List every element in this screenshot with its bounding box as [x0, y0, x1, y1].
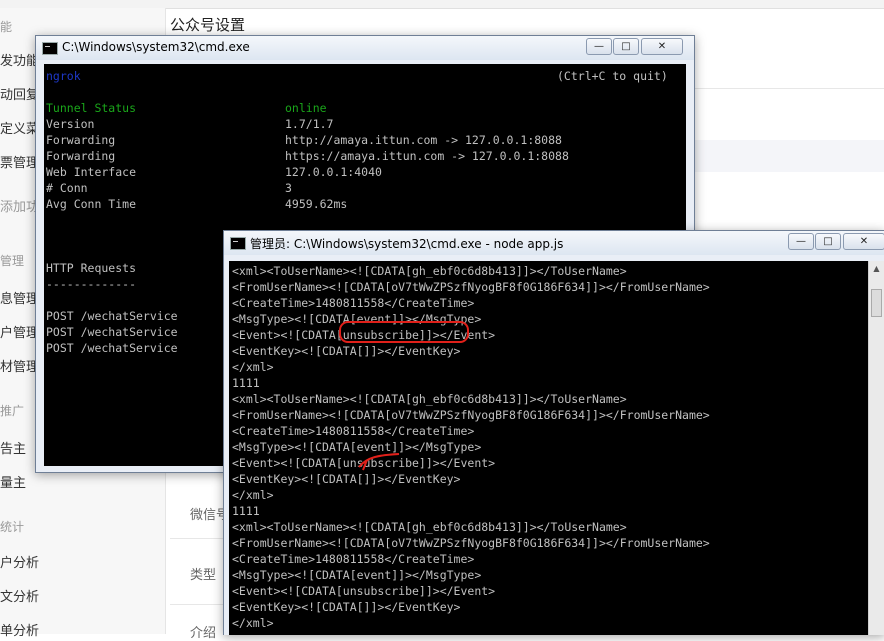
- title-bar[interactable]: C:\Windows\system32\cmd.exe — □ ✕: [36, 36, 694, 60]
- forwarding-value: https://amaya.ittun.com -> 127.0.0.1:808…: [285, 149, 569, 163]
- console-line: <FromUserName><![CDATA[oV7tWwZPSzfNyogBF…: [232, 408, 710, 422]
- web-interface-label: Web Interface: [46, 165, 137, 179]
- console-line: </xml>: [232, 616, 274, 630]
- sidebar-group-promo: 推广: [0, 404, 25, 418]
- version-value: 1.7/1.7: [285, 117, 334, 131]
- version-label: Version: [46, 117, 95, 131]
- scroll-up-arrow-icon[interactable]: ▲: [871, 263, 882, 274]
- console-line: <FromUserName><![CDATA[oV7tWwZPSzfNyogBF…: [232, 536, 710, 550]
- forwarding-label: Forwarding: [46, 133, 116, 147]
- close-button[interactable]: ✕: [641, 38, 683, 55]
- avg-conn-value: 4959.62ms: [285, 197, 348, 211]
- field-label-type: 类型: [190, 568, 217, 583]
- field-label-intro: 介绍: [190, 626, 217, 641]
- annotation-circle: [339, 321, 469, 343]
- sidebar-item-article-analysis[interactable]: 文分析: [0, 586, 39, 605]
- web-interface-value: 127.0.0.1:4040: [285, 165, 382, 179]
- console-line: <xml><ToUserName><![CDATA[gh_ebf0c6d8b41…: [232, 520, 627, 534]
- tunnel-status-value: online: [285, 101, 327, 115]
- console-line: <CreateTime>1480811558</CreateTime>: [232, 424, 475, 438]
- http-requests-rule: -------------: [46, 277, 137, 291]
- title-bar[interactable]: 管理员: C:\Windows\system32\cmd.exe - node …: [224, 231, 884, 255]
- ngrok-header: ngrok: [46, 69, 81, 83]
- sidebar-item-autoreply[interactable]: 动回复: [0, 84, 39, 103]
- sidebar-group-stats: 统计: [0, 520, 25, 534]
- conn-value: 3: [285, 181, 292, 195]
- sidebar-item-messages[interactable]: 息管理: [0, 288, 39, 307]
- sidebar-group-manage: 管理: [0, 254, 25, 268]
- minimize-button[interactable]: —: [788, 233, 814, 250]
- cmd-icon: [230, 237, 246, 250]
- window-title: 管理员: C:\Windows\system32\cmd.exe - node …: [250, 237, 564, 251]
- console-line: <MsgType><![CDATA[event]]></MsgType>: [232, 568, 482, 582]
- request-entry: POST /wechatService: [46, 341, 178, 355]
- scrollbar-thumb[interactable]: [871, 289, 882, 317]
- sidebar-item-user-analysis[interactable]: 户分析: [0, 552, 39, 571]
- sidebar-item-menu-analysis[interactable]: 单分析: [0, 620, 39, 639]
- node-console[interactable]: <xml><ToUserName><![CDATA[gh_ebf0c6d8b41…: [229, 261, 869, 635]
- cmd-icon: [42, 42, 58, 55]
- sidebar-item-dev[interactable]: 发功能: [0, 50, 39, 69]
- http-requests-label: HTTP Requests: [46, 261, 137, 275]
- request-entry: POST /wechatService: [46, 309, 178, 323]
- console-line: <Event><![CDATA[unsubscribe]]></Event>: [232, 584, 496, 598]
- console-line: <EventKey><![CDATA[]]></EventKey>: [232, 472, 461, 486]
- console-line: <EventKey><![CDATA[]]></EventKey>: [232, 344, 461, 358]
- maximize-button[interactable]: □: [613, 38, 639, 55]
- console-line: <xml><ToUserName><![CDATA[gh_ebf0c6d8b41…: [232, 392, 627, 406]
- close-button[interactable]: ✕: [843, 233, 884, 250]
- avg-conn-label: Avg Conn Time: [46, 197, 137, 211]
- console-line: <FromUserName><![CDATA[oV7tWwZPSzfNyogBF…: [232, 280, 710, 294]
- sidebar-item-ticket[interactable]: 票管理: [0, 152, 39, 171]
- console-line: 1111: [232, 504, 260, 518]
- sidebar-item-advertiser[interactable]: 告主: [0, 438, 26, 457]
- console-line: <xml><ToUserName><![CDATA[gh_ebf0c6d8b41…: [232, 264, 627, 278]
- annotation-pen-mark: [358, 453, 400, 471]
- page-title: 公众号设置: [170, 16, 246, 34]
- sidebar-item-users[interactable]: 户管理: [0, 322, 39, 341]
- console-line: 1111: [232, 376, 260, 390]
- vertical-scrollbar[interactable]: ▲: [868, 261, 884, 635]
- console-line: </xml>: [232, 488, 274, 502]
- request-entry: POST /wechatService: [46, 325, 178, 339]
- forwarding-value: http://amaya.ittun.com -> 127.0.0.1:8088: [285, 133, 562, 147]
- console-line: <CreateTime>1480811558</CreateTime>: [232, 296, 475, 310]
- tunnel-status-label: Tunnel Status: [46, 101, 137, 115]
- sidebar-item-add-feature[interactable]: 添加功: [0, 196, 39, 215]
- node-cmd-window[interactable]: 管理员: C:\Windows\system32\cmd.exe - node …: [223, 230, 884, 635]
- quit-hint: (Ctrl+C to quit): [557, 69, 668, 83]
- console-line: <EventKey><![CDATA[]]></EventKey>: [232, 600, 461, 614]
- conn-label: # Conn: [46, 181, 88, 195]
- sidebar-group-features: 能: [0, 20, 13, 34]
- window-title: C:\Windows\system32\cmd.exe: [62, 40, 250, 54]
- console-line: </xml>: [232, 360, 274, 374]
- forwarding-label: Forwarding: [46, 149, 116, 163]
- sidebar-item-materials[interactable]: 材管理: [0, 356, 39, 375]
- console-line: <CreateTime>1480811558</CreateTime>: [232, 552, 475, 566]
- sidebar-item-traffic[interactable]: 量主: [0, 472, 26, 491]
- sidebar-item-custom-menu[interactable]: 定义菜: [0, 118, 39, 137]
- maximize-button[interactable]: □: [815, 233, 841, 250]
- minimize-button[interactable]: —: [586, 38, 612, 55]
- settings-header-strip: [690, 140, 884, 172]
